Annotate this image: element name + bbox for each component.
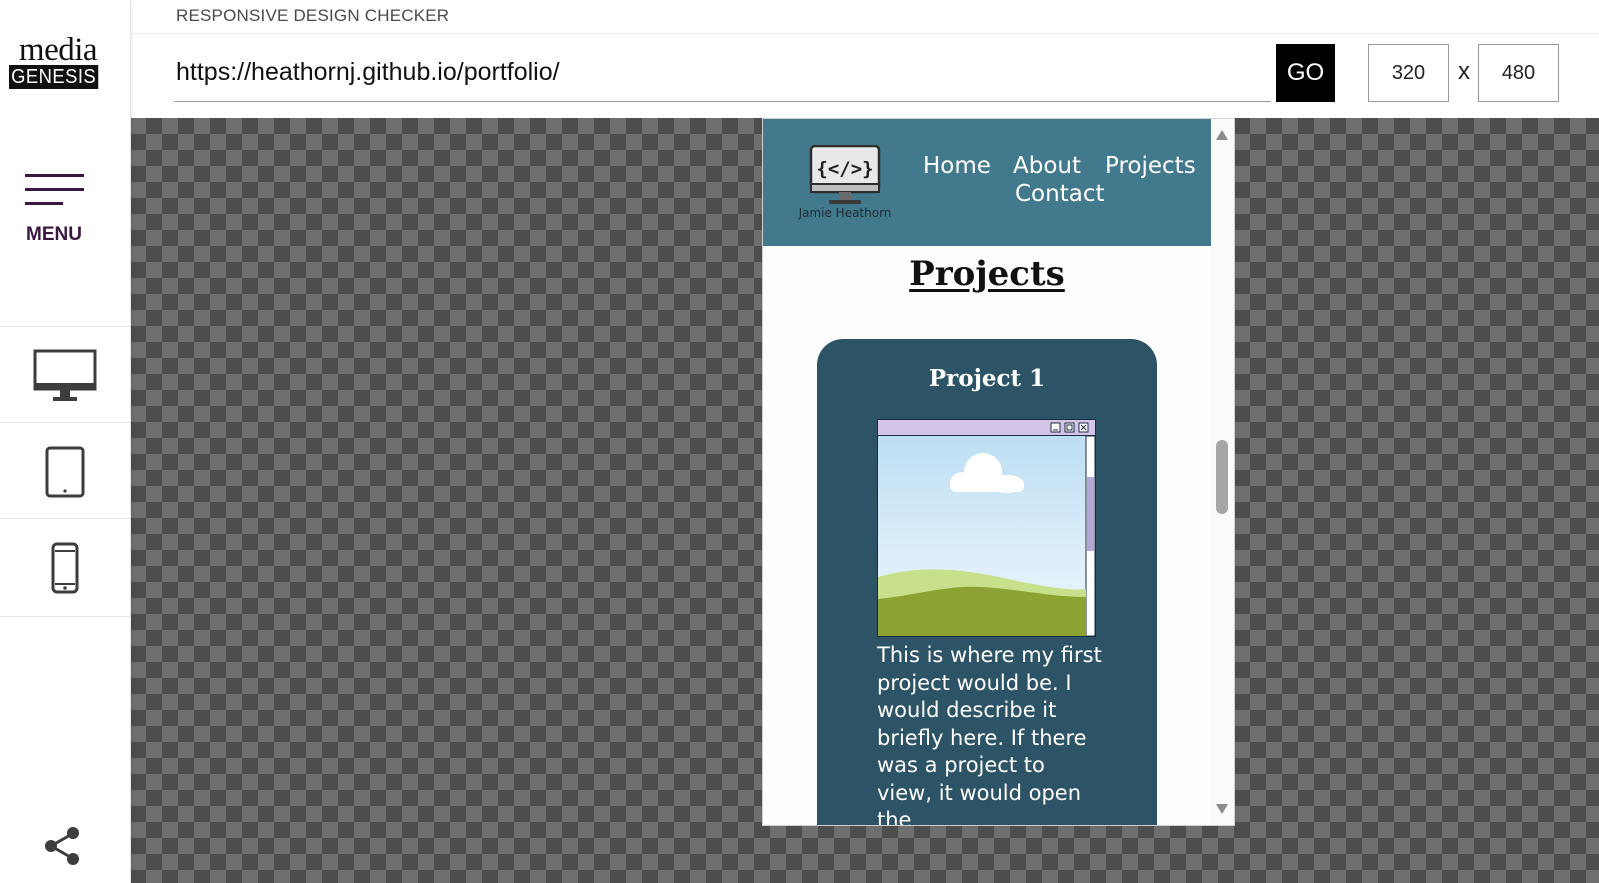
monitor-code-logo-icon[interactable]: {</>} [809,144,881,207]
height-input[interactable] [1478,44,1559,102]
preview-scrollbar[interactable] [1211,119,1234,825]
url-input[interactable] [174,44,1271,102]
toolbar-divider [130,33,1599,34]
logo-text-media: media [18,32,98,68]
tablet-icon [45,446,85,497]
dimension-separator: x [1458,58,1470,85]
menu-button[interactable]: MENU [18,172,92,250]
menu-label: MENU [26,224,82,245]
site-header: {</>} Jamie Heathorn Home About Projects… [763,119,1211,246]
sidebar: media GENESIS MENU [0,0,131,883]
width-input[interactable] [1368,44,1449,102]
project-title: Project 1 [928,365,1046,392]
toolbar: RESPONSIVE DESIGN CHECKER GO x [130,0,1599,118]
phone-view-button[interactable] [0,518,130,617]
menu-line-icon [25,174,84,177]
scroll-thumb[interactable] [1216,440,1228,514]
tablet-view-button[interactable] [0,422,130,520]
nav-link-contact[interactable]: Contact [1015,181,1104,207]
scroll-up-arrow-icon[interactable] [1216,130,1228,140]
menu-line-icon [25,202,63,205]
device-preview-frame[interactable]: {</>} Jamie Heathorn Home About Projects… [762,118,1235,826]
media-genesis-logo[interactable]: media GENESIS [9,32,107,89]
page-title: Projects [909,254,1065,294]
nav-link-home[interactable]: Home [923,153,991,179]
nav-link-about[interactable]: About [1013,153,1081,179]
logo-text-genesis: GENESIS [9,65,99,89]
desktop-icon [33,349,97,401]
desktop-view-button[interactable] [0,326,130,424]
menu-line-icon [25,188,84,191]
share-icon [45,827,79,865]
share-button[interactable] [42,826,82,866]
nav-link-projects[interactable]: Projects [1105,153,1196,179]
go-button[interactable]: GO [1276,44,1335,102]
project-card[interactable]: Project 1 This is where my first project… [817,339,1157,826]
project-thumbnail[interactable] [877,419,1096,637]
logo-code-text: {</>} [816,158,873,180]
window-controls-icon [1050,422,1089,433]
project-description: This is where my first project would be.… [877,643,1102,826]
scroll-down-arrow-icon[interactable] [1216,804,1228,814]
owner-name: Jamie Heathorn [798,206,892,220]
phone-icon [51,542,79,593]
app-title: RESPONSIVE DESIGN CHECKER [176,6,450,25]
